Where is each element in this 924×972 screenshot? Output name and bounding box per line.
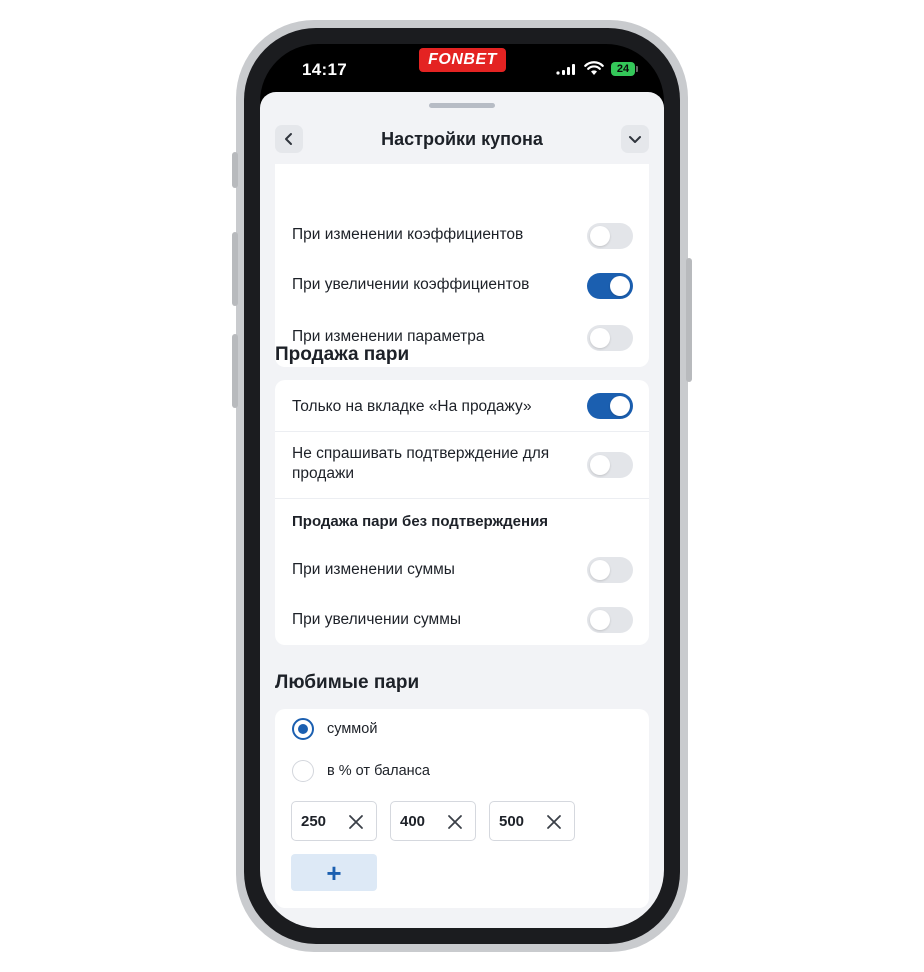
toggle-switch[interactable]	[587, 557, 633, 583]
battery-tip	[636, 66, 638, 72]
signal-icon	[556, 64, 575, 75]
brand-logo: FONBET	[419, 48, 506, 72]
wifi-icon	[584, 61, 604, 75]
sale-subheading: Продажа пари без подтверждения	[292, 513, 549, 530]
row-divider	[275, 498, 649, 499]
setting-label: Только на вкладке «На продажу»	[292, 398, 532, 415]
radio-by-amount[interactable]	[292, 718, 314, 740]
setting-label: При увеличении коэффициентов	[292, 276, 530, 293]
add-amount-button[interactable]: +	[291, 854, 377, 891]
setting-row-only-sale-tab[interactable]: Только на вкладке «На продажу»	[275, 380, 649, 431]
volume-down-button	[232, 334, 238, 408]
phone-screen: 14:17 FONBET 24 Настройки купона При изм…	[260, 44, 664, 928]
amount-chip-value[interactable]: 250	[301, 813, 326, 830]
setting-row-odds-increase[interactable]: При увеличении коэффициентов	[275, 262, 649, 312]
close-icon[interactable]	[347, 813, 365, 831]
amount-chip[interactable]: 400	[390, 801, 476, 841]
setting-row-amount-increase[interactable]: При увеличении суммы	[275, 595, 649, 645]
favorite-bets-card: суммой в % от баланса 250 400 500 +	[275, 709, 649, 908]
close-icon[interactable]	[446, 813, 464, 831]
radio-label[interactable]: в % от баланса	[327, 763, 430, 779]
amount-chip[interactable]: 250	[291, 801, 377, 841]
setting-label: При увеличении суммы	[292, 611, 462, 628]
section-title-favorite: Любимые пари	[275, 672, 420, 693]
toggle-switch[interactable]	[587, 393, 633, 419]
setting-label: При изменении коэффициентов	[292, 226, 524, 243]
amount-chip-value[interactable]: 400	[400, 813, 425, 830]
odds-settings-card: При изменении коэффициентов При увеличен…	[275, 142, 649, 367]
toggle-switch[interactable]	[587, 607, 633, 633]
setting-row-amount-change[interactable]: При изменении суммы	[275, 545, 649, 595]
status-time: 14:17	[302, 60, 347, 79]
volume-up-button	[232, 232, 238, 306]
plus-icon: +	[326, 857, 342, 888]
section-title-sale: Продажа пари	[275, 344, 410, 365]
toggle-switch[interactable]	[587, 452, 633, 478]
sheet-grabber[interactable]	[429, 103, 495, 108]
radio-percent-balance[interactable]	[292, 760, 314, 782]
sheet-header: Настройки купона	[260, 112, 664, 164]
toggle-switch[interactable]	[587, 223, 633, 249]
mute-switch	[232, 152, 238, 188]
battery-indicator: 24	[611, 62, 635, 76]
setting-label: Не спрашивать подтверждение для продажи	[292, 445, 550, 482]
chevron-down-icon	[629, 136, 641, 143]
close-icon[interactable]	[545, 813, 563, 831]
sale-settings-card: Только на вкладке «На продажу» Не спраши…	[275, 380, 649, 645]
toggle-switch[interactable]	[587, 273, 633, 299]
radio-label[interactable]: суммой	[327, 721, 377, 737]
setting-row-no-confirm[interactable]: Не спрашивать подтверждение для продажи	[275, 432, 649, 498]
collapse-button[interactable]	[621, 125, 649, 153]
toggle-switch[interactable]	[587, 325, 633, 351]
coupon-settings-sheet: Настройки купона При изменении коэффицие…	[260, 92, 664, 928]
page-title: Настройки купона	[381, 129, 543, 149]
amount-chip[interactable]: 500	[489, 801, 575, 841]
amount-chip-value[interactable]: 500	[499, 813, 524, 830]
power-button	[686, 258, 692, 382]
setting-label: При изменении суммы	[292, 561, 455, 578]
setting-row-odds-change[interactable]: При изменении коэффициентов	[275, 212, 649, 262]
